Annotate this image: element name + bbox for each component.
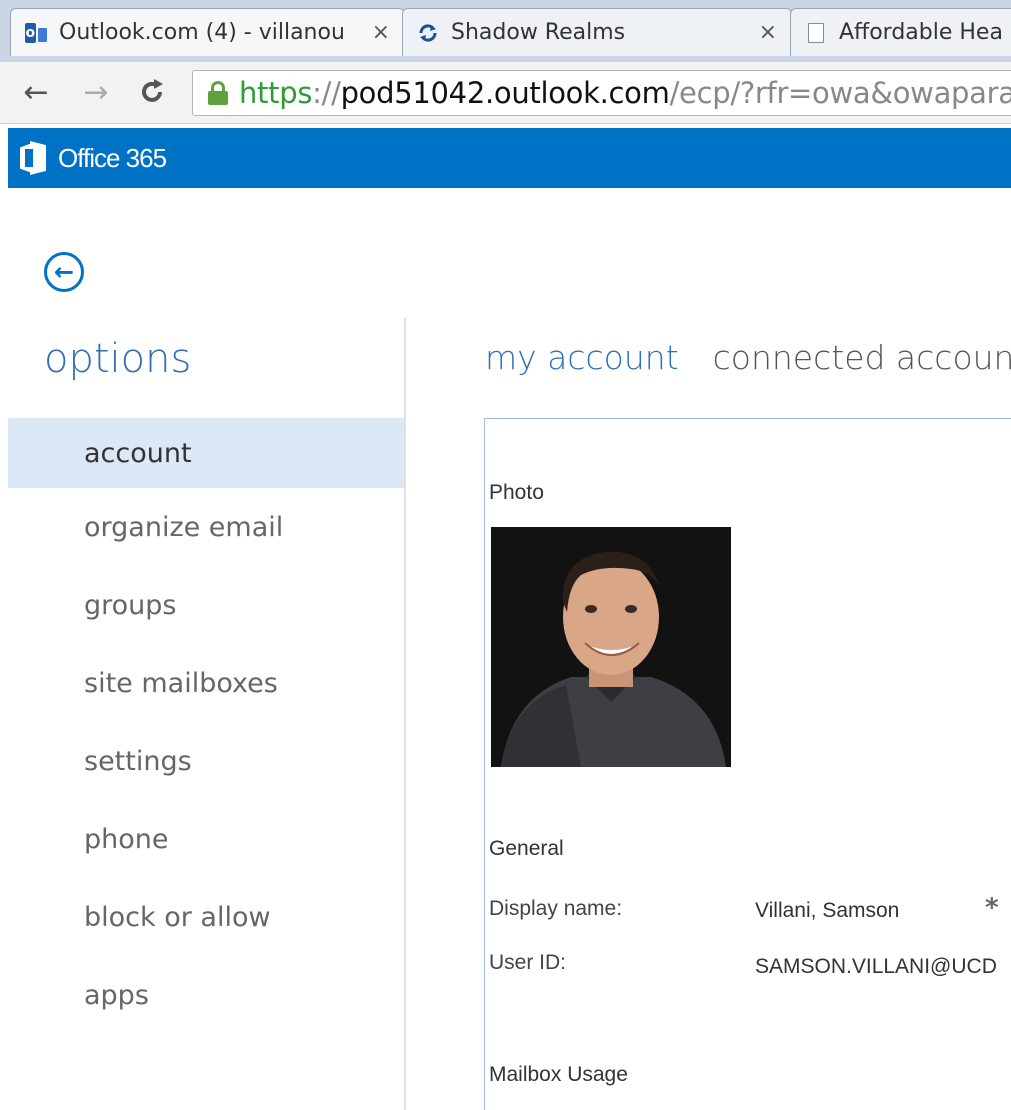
sidebar-item-phone[interactable]: phone — [8, 800, 404, 878]
browser-tab-strip: o Outlook.com (4) - villanou × Shadow Re… — [0, 0, 1011, 62]
sync-icon — [417, 23, 439, 43]
document-icon — [805, 23, 827, 43]
office-logo-icon[interactable] — [20, 141, 48, 175]
tab-title: Affordable Hea — [839, 20, 1003, 45]
required-asterisk: * — [985, 893, 999, 923]
sidebar-nav: account organize email groups site mailb… — [8, 418, 404, 1034]
sidebar-item-account[interactable]: account — [8, 418, 404, 488]
sidebar-item-block-or-allow[interactable]: block or allow — [8, 878, 404, 956]
display-name-label: Display name: — [489, 897, 623, 920]
close-icon[interactable]: × — [759, 20, 777, 45]
address-bar[interactable]: https://pod51042.outlook.com/ecp/?rfr=ow… — [192, 70, 1011, 116]
browser-tab-shadow-realms[interactable]: Shadow Realms × — [402, 8, 792, 56]
mailbox-usage-section-label: Mailbox Usage — [489, 1063, 628, 1086]
brand-name[interactable]: Office 365 — [58, 143, 167, 174]
outlook-icon: o — [25, 23, 47, 43]
sidebar-item-site-mailboxes[interactable]: site mailboxes — [8, 644, 404, 722]
photo-section-label: Photo — [489, 481, 544, 504]
lock-icon — [207, 81, 229, 105]
office365-header: Office 365 — [8, 128, 1011, 188]
browser-tab-affordable[interactable]: Affordable Hea — [790, 8, 1011, 56]
account-tabs: my account connected accounts — [485, 338, 1011, 377]
tab-my-account[interactable]: my account — [485, 338, 679, 377]
general-section-label: General — [489, 837, 564, 860]
account-panel: Photo General Display name: Villani, Sam… — [484, 418, 1011, 1110]
browser-tab-outlook[interactable]: o Outlook.com (4) - villanou × — [10, 8, 405, 56]
user-id-value: SAMSON.VILLANI@UCD — [755, 955, 997, 978]
sidebar-item-groups[interactable]: groups — [8, 566, 404, 644]
profile-photo[interactable] — [491, 527, 731, 767]
display-name-value: Villani, Samson — [755, 899, 900, 922]
back-circle-icon[interactable]: ← — [44, 252, 84, 292]
sidebar-item-organize-email[interactable]: organize email — [8, 488, 404, 566]
sidebar-item-apps[interactable]: apps — [8, 956, 404, 1034]
page-title: options — [44, 336, 192, 382]
vertical-divider — [404, 318, 406, 1110]
sidebar-item-settings[interactable]: settings — [8, 722, 404, 800]
tab-connected-accounts[interactable]: connected accounts — [713, 338, 1011, 377]
url-text: https://pod51042.outlook.com/ecp/?rfr=ow… — [239, 76, 1011, 110]
close-icon[interactable]: × — [372, 20, 390, 45]
user-id-label: User ID: — [489, 951, 567, 974]
tab-title: Outlook.com (4) - villanou — [59, 20, 345, 45]
back-arrow-icon[interactable]: ← — [18, 74, 54, 110]
reload-icon[interactable] — [134, 74, 170, 110]
browser-toolbar: ← → https://pod51042.outlook.com/ecp/?rf… — [0, 62, 1011, 124]
forward-arrow-icon[interactable]: → — [78, 74, 114, 110]
tab-title: Shadow Realms — [451, 20, 626, 45]
